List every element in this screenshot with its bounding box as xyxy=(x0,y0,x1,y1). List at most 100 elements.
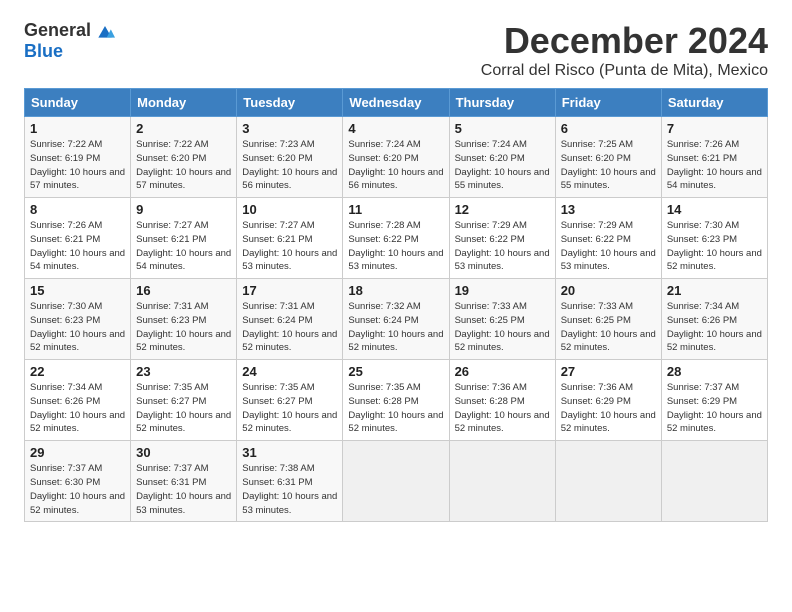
logo-icon xyxy=(95,21,115,41)
day-number: 26 xyxy=(455,364,550,379)
day-number: 18 xyxy=(348,283,443,298)
day-number: 23 xyxy=(136,364,231,379)
day-info: Sunrise: 7:38 AMSunset: 6:31 PMDaylight:… xyxy=(242,462,337,517)
day-info: Sunrise: 7:25 AMSunset: 6:20 PMDaylight:… xyxy=(561,138,656,193)
day-info: Sunrise: 7:35 AMSunset: 6:28 PMDaylight:… xyxy=(348,381,443,436)
day-info: Sunrise: 7:35 AMSunset: 6:27 PMDaylight:… xyxy=(242,381,337,436)
calendar-week-row: 29 Sunrise: 7:37 AMSunset: 6:30 PMDayligh… xyxy=(25,441,768,522)
day-info: Sunrise: 7:37 AMSunset: 6:31 PMDaylight:… xyxy=(136,462,231,517)
day-number: 29 xyxy=(30,445,125,460)
day-info: Sunrise: 7:32 AMSunset: 6:24 PMDaylight:… xyxy=(348,300,443,355)
calendar-cell: 4 Sunrise: 7:24 AMSunset: 6:20 PMDaylight… xyxy=(343,117,449,198)
day-number: 15 xyxy=(30,283,125,298)
calendar-cell xyxy=(449,441,555,522)
day-number: 17 xyxy=(242,283,337,298)
calendar-cell: 23 Sunrise: 7:35 AMSunset: 6:27 PMDayligh… xyxy=(131,360,237,441)
logo: General Blue xyxy=(24,20,115,62)
calendar-cell xyxy=(343,441,449,522)
day-info: Sunrise: 7:27 AMSunset: 6:21 PMDaylight:… xyxy=(136,219,231,274)
calendar-cell: 5 Sunrise: 7:24 AMSunset: 6:20 PMDaylight… xyxy=(449,117,555,198)
day-number: 5 xyxy=(455,121,550,136)
calendar-week-row: 1Sunrise: 7:22 AMSunset: 6:19 PMDaylight… xyxy=(25,117,768,198)
day-info: Sunrise: 7:28 AMSunset: 6:22 PMDaylight:… xyxy=(348,219,443,274)
day-header-wednesday: Wednesday xyxy=(343,89,449,117)
day-info: Sunrise: 7:24 AMSunset: 6:20 PMDaylight:… xyxy=(455,138,550,193)
day-number: 9 xyxy=(136,202,231,217)
day-info: Sunrise: 7:37 AMSunset: 6:30 PMDaylight:… xyxy=(30,462,125,517)
day-info: Sunrise: 7:22 AMSunset: 6:19 PMDaylight:… xyxy=(30,138,125,193)
day-info: Sunrise: 7:31 AMSunset: 6:23 PMDaylight:… xyxy=(136,300,231,355)
calendar-cell: 8Sunrise: 7:26 AMSunset: 6:21 PMDaylight… xyxy=(25,198,131,279)
day-number: 8 xyxy=(30,202,125,217)
day-info: Sunrise: 7:27 AMSunset: 6:21 PMDaylight:… xyxy=(242,219,337,274)
day-info: Sunrise: 7:24 AMSunset: 6:20 PMDaylight:… xyxy=(348,138,443,193)
calendar-cell: 9 Sunrise: 7:27 AMSunset: 6:21 PMDaylight… xyxy=(131,198,237,279)
day-info: Sunrise: 7:30 AMSunset: 6:23 PMDaylight:… xyxy=(667,219,762,274)
calendar-cell: 30 Sunrise: 7:37 AMSunset: 6:31 PMDayligh… xyxy=(131,441,237,522)
calendar-cell xyxy=(661,441,767,522)
day-number: 20 xyxy=(561,283,656,298)
day-info: Sunrise: 7:29 AMSunset: 6:22 PMDaylight:… xyxy=(561,219,656,274)
day-number: 4 xyxy=(348,121,443,136)
day-info: Sunrise: 7:29 AMSunset: 6:22 PMDaylight:… xyxy=(455,219,550,274)
day-info: Sunrise: 7:22 AMSunset: 6:20 PMDaylight:… xyxy=(136,138,231,193)
day-info: Sunrise: 7:30 AMSunset: 6:23 PMDaylight:… xyxy=(30,300,125,355)
title-section: December 2024 Corral del Risco (Punta de… xyxy=(481,20,768,80)
day-number: 28 xyxy=(667,364,762,379)
calendar-header-row: SundayMondayTuesdayWednesdayThursdayFrid… xyxy=(25,89,768,117)
day-info: Sunrise: 7:37 AMSunset: 6:29 PMDaylight:… xyxy=(667,381,762,436)
calendar-week-row: 15 Sunrise: 7:30 AMSunset: 6:23 PMDayligh… xyxy=(25,279,768,360)
day-number: 10 xyxy=(242,202,337,217)
subtitle: Corral del Risco (Punta de Mita), Mexico xyxy=(481,62,768,80)
day-info: Sunrise: 7:35 AMSunset: 6:27 PMDaylight:… xyxy=(136,381,231,436)
calendar-week-row: 22 Sunrise: 7:34 AMSunset: 6:26 PMDayligh… xyxy=(25,360,768,441)
calendar-cell: 25 Sunrise: 7:35 AMSunset: 6:28 PMDayligh… xyxy=(343,360,449,441)
calendar-cell: 18 Sunrise: 7:32 AMSunset: 6:24 PMDayligh… xyxy=(343,279,449,360)
calendar-cell: 3Sunrise: 7:23 AMSunset: 6:20 PMDaylight… xyxy=(237,117,343,198)
day-number: 30 xyxy=(136,445,231,460)
calendar-cell: 31 Sunrise: 7:38 AMSunset: 6:31 PMDayligh… xyxy=(237,441,343,522)
calendar-cell: 10 Sunrise: 7:27 AMSunset: 6:21 PMDayligh… xyxy=(237,198,343,279)
month-title: December 2024 xyxy=(481,20,768,62)
calendar-cell: 22 Sunrise: 7:34 AMSunset: 6:26 PMDayligh… xyxy=(25,360,131,441)
day-number: 27 xyxy=(561,364,656,379)
day-number: 24 xyxy=(242,364,337,379)
calendar-cell: 1Sunrise: 7:22 AMSunset: 6:19 PMDaylight… xyxy=(25,117,131,198)
day-info: Sunrise: 7:34 AMSunset: 6:26 PMDaylight:… xyxy=(30,381,125,436)
day-info: Sunrise: 7:36 AMSunset: 6:28 PMDaylight:… xyxy=(455,381,550,436)
day-header-thursday: Thursday xyxy=(449,89,555,117)
day-number: 22 xyxy=(30,364,125,379)
calendar-cell: 28 Sunrise: 7:37 AMSunset: 6:29 PMDayligh… xyxy=(661,360,767,441)
day-number: 3 xyxy=(242,121,337,136)
day-number: 21 xyxy=(667,283,762,298)
calendar-cell: 13 Sunrise: 7:29 AMSunset: 6:22 PMDayligh… xyxy=(555,198,661,279)
calendar-cell: 19Sunrise: 7:33 AMSunset: 6:25 PMDayligh… xyxy=(449,279,555,360)
day-number: 14 xyxy=(667,202,762,217)
calendar-cell: 11 Sunrise: 7:28 AMSunset: 6:22 PMDayligh… xyxy=(343,198,449,279)
calendar-cell: 7 Sunrise: 7:26 AMSunset: 6:21 PMDaylight… xyxy=(661,117,767,198)
day-number: 25 xyxy=(348,364,443,379)
calendar-cell: 20 Sunrise: 7:33 AMSunset: 6:25 PMDayligh… xyxy=(555,279,661,360)
day-info: Sunrise: 7:34 AMSunset: 6:26 PMDaylight:… xyxy=(667,300,762,355)
calendar-cell: 6Sunrise: 7:25 AMSunset: 6:20 PMDaylight… xyxy=(555,117,661,198)
day-info: Sunrise: 7:33 AMSunset: 6:25 PMDaylight:… xyxy=(561,300,656,355)
calendar-cell: 21 Sunrise: 7:34 AMSunset: 6:26 PMDayligh… xyxy=(661,279,767,360)
day-info: Sunrise: 7:31 AMSunset: 6:24 PMDaylight:… xyxy=(242,300,337,355)
calendar-cell: 2 Sunrise: 7:22 AMSunset: 6:20 PMDaylight… xyxy=(131,117,237,198)
day-info: Sunrise: 7:36 AMSunset: 6:29 PMDaylight:… xyxy=(561,381,656,436)
day-number: 12 xyxy=(455,202,550,217)
calendar-cell: 14 Sunrise: 7:30 AMSunset: 6:23 PMDayligh… xyxy=(661,198,767,279)
header: General Blue December 2024 Corral del Ri… xyxy=(24,20,768,80)
day-header-saturday: Saturday xyxy=(661,89,767,117)
day-number: 13 xyxy=(561,202,656,217)
calendar-cell: 27 Sunrise: 7:36 AMSunset: 6:29 PMDayligh… xyxy=(555,360,661,441)
calendar-cell: 12 Sunrise: 7:29 AMSunset: 6:22 PMDayligh… xyxy=(449,198,555,279)
calendar-table: SundayMondayTuesdayWednesdayThursdayFrid… xyxy=(24,88,768,522)
day-header-monday: Monday xyxy=(131,89,237,117)
day-number: 2 xyxy=(136,121,231,136)
day-number: 11 xyxy=(348,202,443,217)
day-number: 7 xyxy=(667,121,762,136)
day-info: Sunrise: 7:26 AMSunset: 6:21 PMDaylight:… xyxy=(667,138,762,193)
calendar-week-row: 8Sunrise: 7:26 AMSunset: 6:21 PMDaylight… xyxy=(25,198,768,279)
day-number: 31 xyxy=(242,445,337,460)
